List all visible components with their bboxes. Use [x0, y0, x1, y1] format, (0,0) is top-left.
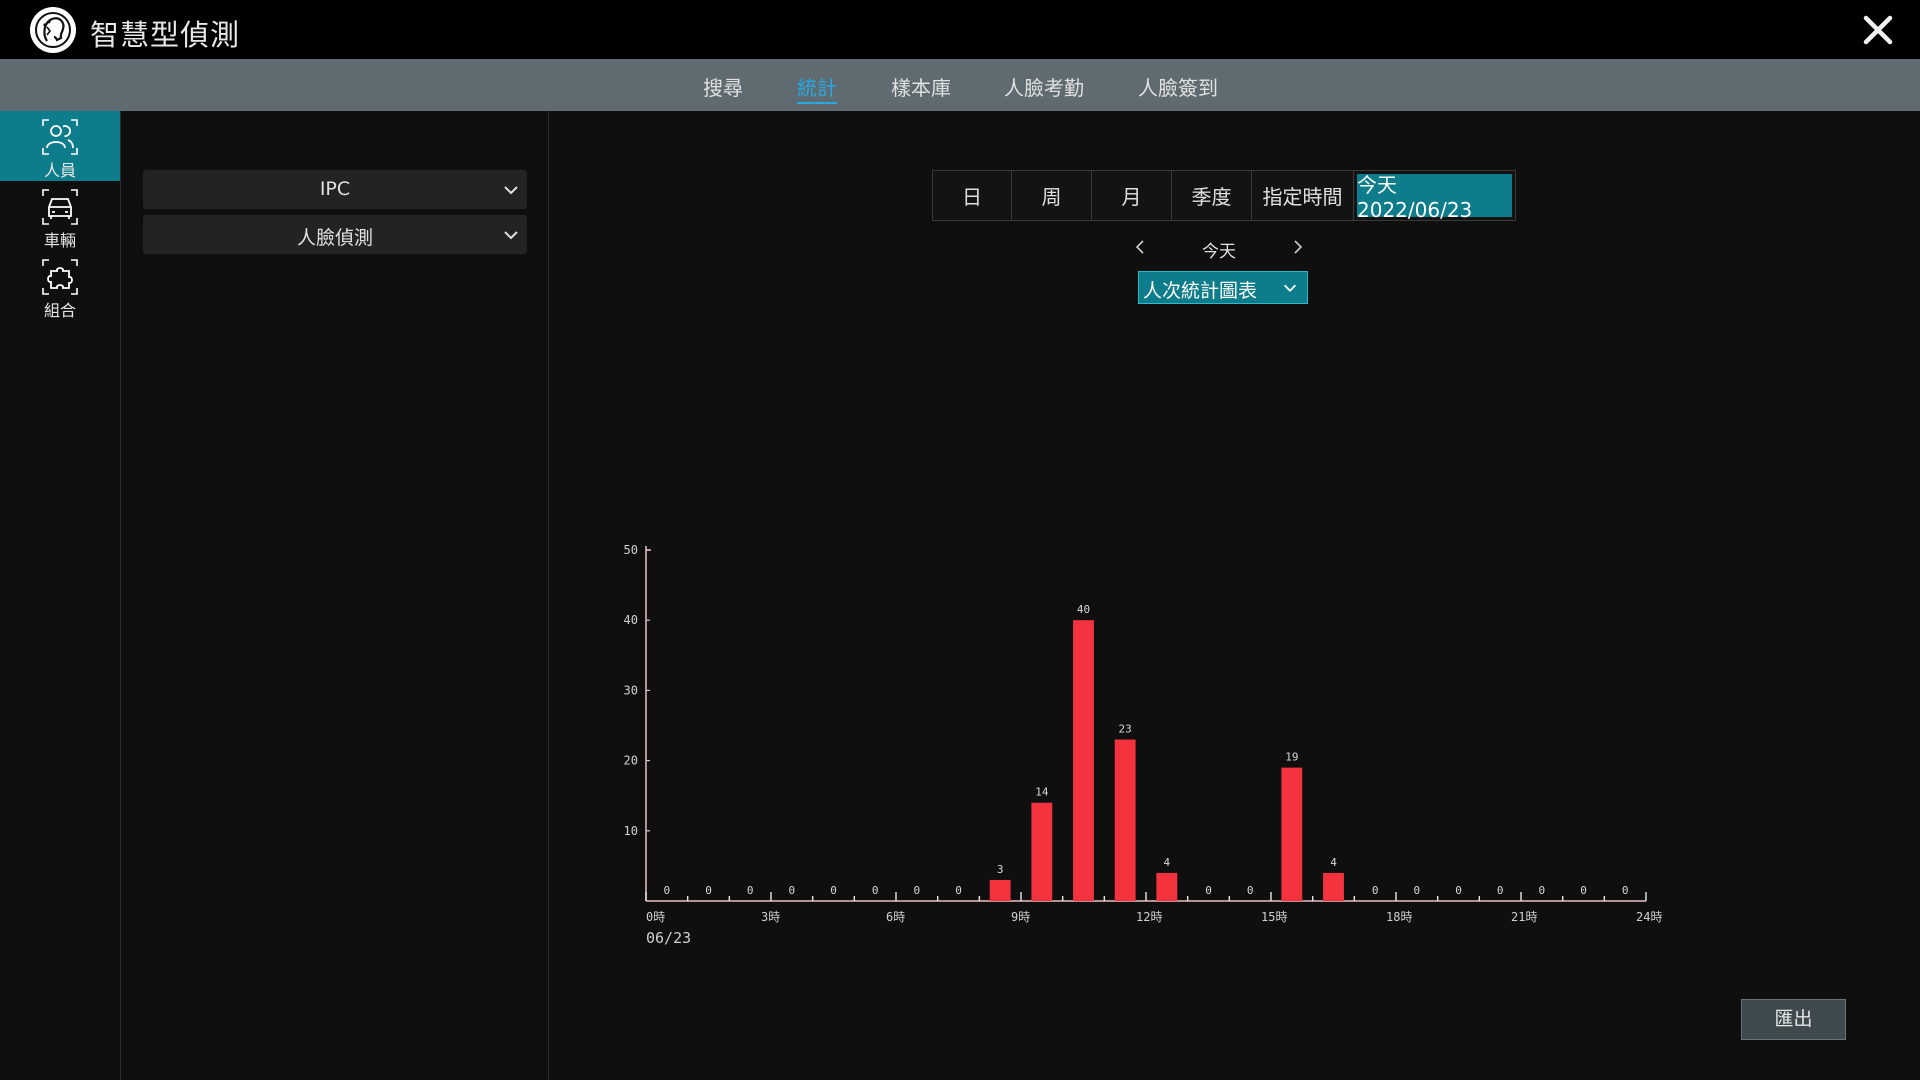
- x-tick-label: 0時: [646, 910, 665, 924]
- data-label: 0: [830, 884, 837, 897]
- data-label: 0: [914, 884, 921, 897]
- chart-canvas: 10203040500時 3時 6時 9時 12時 15時 18時 21時 24時06/230 0…: [624, 543, 1663, 947]
- face-logo-icon: [30, 7, 76, 53]
- data-label: 0: [705, 884, 712, 897]
- source-select-value: IPC: [319, 178, 351, 200]
- period-custom-button[interactable]: 指定時間: [1252, 171, 1354, 220]
- data-label: 0: [1372, 884, 1379, 897]
- period-quarter-button[interactable]: 季度: [1172, 171, 1252, 220]
- data-label: 4: [1164, 856, 1171, 869]
- period-day-button[interactable]: 日: [933, 171, 1012, 220]
- data-label: 0: [1247, 884, 1254, 897]
- data-label: 0: [1414, 884, 1421, 897]
- bar: [989, 879, 1011, 901]
- x-tick-label: 12時: [1136, 910, 1162, 924]
- data-label: 0: [1205, 884, 1212, 897]
- close-icon[interactable]: [1856, 8, 1900, 52]
- data-label: 0: [872, 884, 879, 897]
- y-tick-label: 30: [624, 683, 638, 697]
- date-navigator: 今天: [1130, 235, 1308, 262]
- period-month-button[interactable]: 月: [1092, 171, 1172, 220]
- people-icon: [40, 117, 80, 157]
- chevron-right-icon[interactable]: [1288, 237, 1308, 257]
- period-selector: 日 周 月 季度 指定時間 今天 2022/06/23: [932, 170, 1516, 222]
- data-label: 0: [747, 884, 754, 897]
- x-tick-label: 3時: [761, 910, 780, 924]
- data-label: 0: [1497, 884, 1504, 897]
- puzzle-icon: [40, 257, 80, 297]
- title-bar: 智慧型偵測: [0, 0, 1920, 59]
- data-label: 0: [1455, 884, 1462, 897]
- rail-label-vehicle: 車輛: [43, 231, 76, 250]
- rail-label-combination: 組合: [43, 301, 76, 320]
- app-title: 智慧型偵測: [90, 18, 241, 52]
- x-tick-label: 6時: [886, 910, 905, 924]
- bar: [1323, 872, 1344, 901]
- event-select[interactable]: 人臉偵測: [143, 215, 527, 254]
- bar: [1114, 739, 1136, 901]
- chevron-down-icon: [1283, 284, 1297, 292]
- tab-face-attendance[interactable]: 人臉考勤: [1004, 72, 1084, 101]
- x-tick-label: 9時: [1011, 910, 1030, 924]
- rail-item-people[interactable]: 人員: [0, 111, 120, 181]
- rail-item-vehicle[interactable]: 車輛: [0, 181, 120, 251]
- x-tick-label: 15時: [1261, 910, 1287, 924]
- tab-face-checkin[interactable]: 人臉簽到: [1138, 72, 1218, 101]
- data-label: 14: [1035, 786, 1049, 799]
- x-tick-label: 24時: [1636, 910, 1662, 924]
- hourly-bar-chart: 10 20 30 40 50 0時 3時 6時 9時 12時 15時 18時 21時 24時 06/23 0 0…: [609, 423, 1909, 963]
- filter-panel: IPC 人臉偵測: [121, 111, 549, 1080]
- bar: [1073, 620, 1094, 901]
- tab-statistics[interactable]: 統計: [797, 72, 837, 104]
- data-label: 0: [789, 884, 796, 897]
- y-tick-label: 20: [624, 754, 638, 768]
- data-label: 0: [664, 884, 671, 897]
- rail-item-combination[interactable]: 組合: [0, 251, 120, 321]
- data-label: 23: [1119, 723, 1132, 736]
- source-select[interactable]: IPC: [143, 170, 527, 209]
- statistics-main: 日 周 月 季度 指定時間 今天 2022/06/23 今天 人次統計圖表 10…: [549, 111, 1920, 1080]
- date-nav-label: 今天: [1202, 242, 1236, 262]
- period-today-button[interactable]: 今天 2022/06/23: [1357, 173, 1512, 222]
- data-label: 19: [1285, 751, 1298, 764]
- bar: [1156, 872, 1178, 901]
- data-label: 3: [997, 863, 1004, 876]
- left-rail: 人員 車輛 組合: [0, 111, 121, 1080]
- chart-type-value: 人次統計圖表: [1143, 280, 1258, 302]
- data-label: 4: [1330, 856, 1337, 869]
- chevron-down-icon: [504, 186, 518, 195]
- rail-label-people: 人員: [43, 161, 76, 180]
- data-label: 0: [1622, 884, 1629, 897]
- tab-bar: 搜尋 統計 樣本庫 人臉考勤 人臉簽到: [0, 59, 1920, 111]
- export-button[interactable]: 匯出: [1741, 999, 1846, 1040]
- y-tick-label: 10: [624, 824, 638, 838]
- y-tick-label: 50: [624, 543, 638, 557]
- data-label: 0: [1580, 884, 1587, 897]
- data-label: 0: [1539, 884, 1546, 897]
- chevron-down-icon: [504, 231, 518, 240]
- bar: [1281, 767, 1303, 901]
- data-label: 40: [1077, 603, 1090, 616]
- car-icon: [40, 187, 80, 227]
- tab-sample-library[interactable]: 樣本庫: [891, 72, 951, 101]
- period-week-button[interactable]: 周: [1012, 171, 1092, 220]
- event-select-value: 人臉偵測: [296, 227, 373, 249]
- chart-type-select[interactable]: 人次統計圖表: [1138, 271, 1308, 304]
- y-tick-label: 40: [624, 613, 638, 627]
- x-axis-sublabel: 06/23: [646, 929, 691, 947]
- bar: [1031, 802, 1053, 901]
- data-label: 0: [955, 884, 962, 897]
- tab-search[interactable]: 搜尋: [703, 72, 743, 101]
- x-tick-label: 21時: [1511, 910, 1537, 924]
- x-tick-label: 18時: [1386, 910, 1412, 924]
